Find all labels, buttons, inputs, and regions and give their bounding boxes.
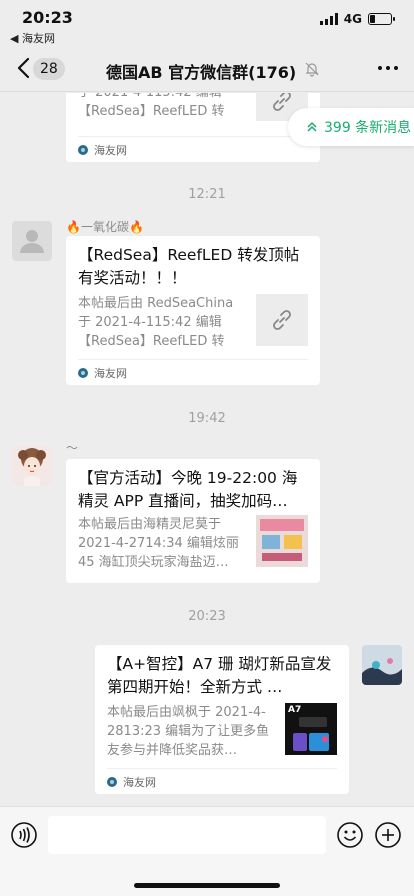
voice-input-icon[interactable] — [10, 821, 38, 849]
unread-count-badge[interactable]: 28 — [33, 58, 65, 80]
card-description: 本帖最后由飒枫于 2021-4-2813:23 编辑为了让更多鱼友参与并降低奖品… — [107, 705, 270, 758]
source-logo-icon — [78, 367, 88, 378]
card-title: 【A+智控】A7 珊 瑚灯新品宣发 第四期开始！全新方式 … — [107, 655, 332, 696]
event-poster-thumbnail — [256, 515, 308, 567]
link-thumbnail: A7 — [285, 703, 337, 755]
more-options-button[interactable] — [378, 66, 398, 70]
card-description: 本帖最后由海精灵尼莫于 2021-4-2714:34 编辑炫丽 45 海缸顶尖玩… — [78, 517, 239, 570]
plus-icon[interactable] — [374, 821, 402, 849]
timestamp: 19:42 — [188, 411, 226, 426]
link-icon — [273, 310, 291, 330]
card-source: 海友网 — [107, 768, 337, 794]
sender-name: 🔥一氧化碳🔥 — [66, 220, 144, 234]
message-input[interactable] — [48, 816, 326, 854]
link-card[interactable]: 于 2021-4-115:42 编辑【RedSea】ReefLED 转发… 海友… — [66, 93, 320, 162]
link-thumbnail — [256, 294, 308, 346]
mute-bell-icon — [305, 62, 319, 77]
source-name: 海友网 — [94, 366, 127, 380]
back-to-app-link[interactable]: ◀ 海友网 — [10, 30, 55, 46]
new-messages-button[interactable]: 399 条新消息 — [288, 108, 414, 146]
link-thumbnail — [256, 515, 308, 567]
chat-header: 28 德国AB 官方微信群(176) — [0, 46, 414, 92]
source-name: 海友网 — [94, 143, 127, 157]
reef-tank-avatar-icon — [362, 645, 402, 685]
card-source: 海友网 — [78, 136, 308, 162]
card-title: 【官方活动】今晚 19-22:00 海精灵 APP 直播间，抽奖加码… — [78, 469, 298, 510]
avatar[interactable] — [12, 446, 52, 486]
new-messages-label: 399 条新消息 — [324, 120, 412, 136]
avatar[interactable] — [12, 221, 52, 261]
sender-name: 〜 — [66, 441, 79, 455]
chat-title: 德国AB 官方微信群(176) — [106, 63, 297, 82]
message-list[interactable]: 于 2021-4-115:42 编辑【RedSea】ReefLED 转发… 海友… — [0, 93, 414, 806]
card-description: 于 2021-4-115:42 编辑【RedSea】ReefLED 转发… — [78, 93, 225, 119]
link-card[interactable]: 【A+智控】A7 珊 瑚灯新品宣发 第四期开始！全新方式 … 本帖最后由飒枫于 … — [95, 645, 349, 794]
card-title: 【RedSea】ReefLED 转发顶帖有奖活动！！！ — [78, 246, 300, 287]
network-type: 4G — [343, 12, 362, 26]
status-bar: 20:23 ◀ 海友网 4G — [0, 0, 414, 46]
link-card[interactable]: 【RedSea】ReefLED 转发顶帖有奖活动！！！ 本帖最后由 RedSea… — [66, 236, 320, 385]
source-logo-icon — [78, 144, 88, 155]
timestamp: 12:21 — [188, 187, 226, 202]
double-chevron-up-icon — [307, 121, 317, 132]
home-indicator[interactable] — [134, 883, 280, 888]
product-lamp-thumbnail — [293, 717, 329, 751]
status-time: 20:23 — [22, 8, 73, 27]
avatar[interactable] — [362, 645, 402, 685]
signal-icon — [319, 13, 338, 25]
source-logo-icon — [107, 776, 117, 787]
card-source: 海友网 — [78, 359, 308, 385]
cartoon-girl-avatar-icon — [18, 448, 46, 486]
emoji-icon[interactable] — [336, 821, 364, 849]
source-name: 海友网 — [123, 775, 156, 789]
battery-icon — [368, 13, 395, 25]
link-icon — [273, 93, 291, 111]
link-card[interactable]: 【官方活动】今晚 19-22:00 海精灵 APP 直播间，抽奖加码… 本帖最后… — [66, 459, 320, 583]
card-description: 本帖最后由 RedSeaChina 于 2021-4-115:42 编辑【Red… — [78, 296, 234, 349]
timestamp: 20:23 — [188, 609, 226, 624]
default-avatar-icon — [20, 230, 44, 253]
status-indicators: 4G — [319, 12, 395, 26]
